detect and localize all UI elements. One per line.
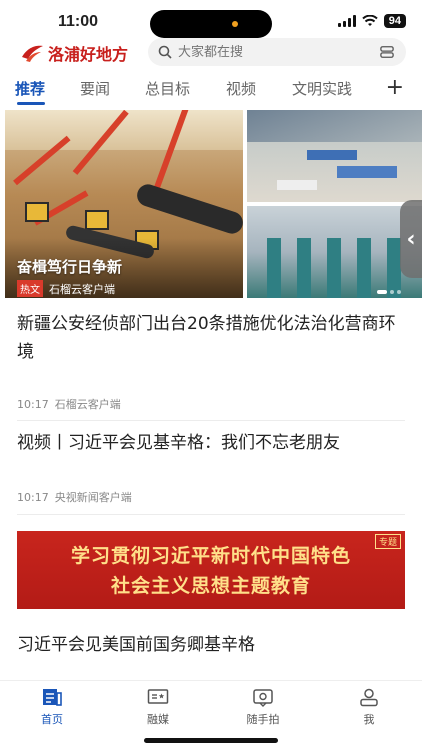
carousel-source: 石榴云客户端: [49, 282, 115, 296]
chevron-left-icon: ‹: [406, 226, 416, 252]
search-input[interactable]: [178, 44, 358, 60]
app-logo: 洛浦好地方: [20, 41, 128, 65]
carousel[interactable]: 奋楫笃行日争新 热文 石榴云客户端: [5, 110, 422, 298]
special-topic-badge: 专题: [374, 534, 401, 549]
news-source: 央视新闻客户端: [54, 491, 132, 504]
banner-line2: 社会主义思想主题教育: [110, 575, 311, 597]
add-channel-button[interactable]: +: [386, 75, 404, 100]
battery-icon: 94: [383, 14, 406, 28]
status-icons: 94: [337, 14, 406, 28]
news-time: 10:17: [17, 491, 49, 504]
media-tv-icon: [147, 689, 169, 704]
search-bar[interactable]: [148, 38, 406, 66]
app-header: 洛浦好地方: [0, 38, 422, 68]
banner-line1: 学习贯彻习近平新时代中国特色: [70, 545, 351, 567]
nav-snapshot[interactable]: 随手拍: [233, 687, 293, 727]
tab-civilization-practice[interactable]: 文明实践: [292, 78, 352, 99]
news-source: 石榴云客户端: [54, 398, 121, 411]
active-tab-indicator: [17, 102, 45, 105]
carousel-side-image-top[interactable]: [247, 110, 422, 202]
signal-icon: [337, 15, 356, 27]
news-item-title[interactable]: 新疆公安经侦部门出台20条措施优化法治化营商环境: [17, 310, 409, 366]
carousel-meta: 热文 石榴云客户端: [17, 280, 115, 297]
wifi-icon: [362, 15, 378, 26]
tab-general-goal[interactable]: 总目标: [145, 78, 190, 99]
carousel-indicator: [377, 290, 401, 294]
divider: [17, 420, 405, 421]
carousel-side-image-bottom[interactable]: [247, 206, 422, 298]
tab-video[interactable]: 视频: [226, 78, 256, 99]
search-icon: [158, 45, 172, 59]
nav-me-label: 我: [363, 713, 375, 726]
home-indicator: [144, 738, 278, 743]
camera-icon: [253, 689, 273, 707]
bottom-navigation: 首页 融媒 随手拍 我: [0, 680, 422, 728]
indicator-dot: [232, 21, 238, 27]
tab-recommend[interactable]: 推荐: [15, 78, 45, 99]
nav-home-label: 首页: [41, 713, 63, 726]
news-item-meta: 10:17 石榴云客户端: [17, 396, 121, 412]
home-news-icon: [43, 689, 62, 706]
nav-media-label: 融媒: [147, 713, 169, 726]
nav-me[interactable]: 我: [339, 687, 399, 727]
person-icon: [360, 688, 378, 707]
nav-home[interactable]: 首页: [22, 687, 82, 727]
status-time: 11:00: [58, 13, 99, 30]
news-item-title[interactable]: 视频丨习近平会见基辛格：我们不忘老朋友: [17, 429, 409, 457]
hot-badge: 热文: [17, 280, 43, 297]
channel-tabs: 推荐 要闻 总目标 视频 文明实践 +: [0, 75, 422, 105]
logo-wing-icon: [22, 45, 43, 62]
tab-headlines[interactable]: 要闻: [80, 78, 110, 99]
dynamic-island: [150, 10, 272, 38]
news-item-title[interactable]: 习近平会见美国前国务卿基辛格: [17, 631, 409, 659]
divider: [17, 514, 405, 515]
nav-snapshot-label: 随手拍: [246, 713, 280, 726]
theme-education-banner[interactable]: 学习贯彻习近平新时代中国特色 社会主义思想主题教育 专题: [17, 531, 405, 609]
nav-media[interactable]: 融媒: [128, 687, 188, 727]
carousel-title[interactable]: 奋楫笃行日争新: [17, 256, 122, 277]
news-time: 10:17: [17, 398, 49, 411]
news-item-meta: 10:17 央视新闻客户端: [17, 489, 132, 505]
side-drawer-handle[interactable]: ‹: [400, 200, 422, 278]
scan-icon[interactable]: [380, 45, 394, 59]
app-name: 洛浦好地方: [48, 45, 129, 64]
